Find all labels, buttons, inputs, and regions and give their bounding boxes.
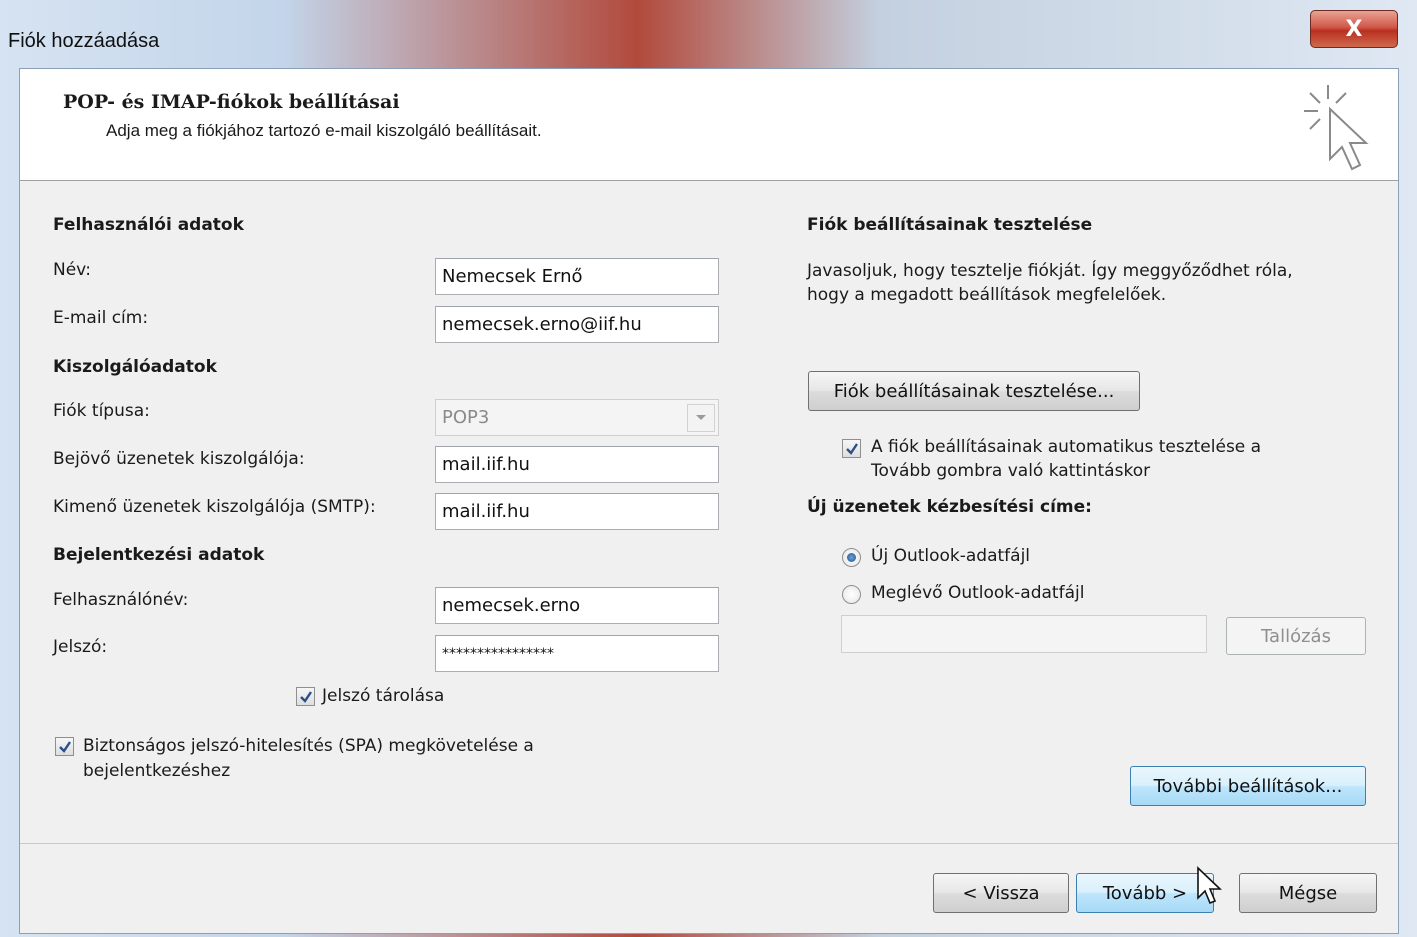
checkmark-icon: [845, 442, 858, 455]
auto-test-label-line2: Tovább gombra való kattintáskor: [871, 461, 1151, 481]
cursor-sparkle-icon: [1304, 85, 1369, 171]
radio-selected-dot: [847, 553, 856, 562]
incoming-server-label: Bejövő üzenetek kiszolgálója:: [53, 449, 305, 469]
password-input[interactable]: ****************: [435, 635, 719, 672]
name-input[interactable]: Nemecsek Ernő: [435, 258, 719, 295]
footer-divider: [20, 843, 1398, 844]
delivery-heading: Új üzenetek kézbesítési címe:: [807, 497, 1092, 517]
existing-data-file-path-input[interactable]: [841, 615, 1207, 653]
incoming-server-value: mail.iif.hu: [442, 454, 530, 475]
account-type-label: Fiók típusa:: [53, 401, 150, 421]
close-icon: X: [1345, 16, 1363, 42]
title-bar[interactable]: Fiók hozzáadása X: [0, 0, 1417, 68]
password-label: Jelszó:: [53, 637, 108, 657]
outgoing-server-value: mail.iif.hu: [442, 501, 530, 522]
name-label: Név:: [53, 260, 92, 280]
auto-test-label-line1: A fiók beállításainak automatikus teszte…: [871, 437, 1262, 457]
new-data-file-radio[interactable]: [842, 548, 861, 567]
back-button[interactable]: < Vissza: [933, 873, 1069, 913]
test-description-line2: hogy a megadott beállítások megfelelőek.: [807, 285, 1167, 305]
header-title: POP- és IMAP-fiókok beállításai: [63, 91, 400, 113]
username-value: nemecsek.erno: [442, 595, 581, 616]
close-button[interactable]: X: [1310, 10, 1398, 48]
test-settings-heading: Fiók beállításainak tesztelése: [807, 215, 1093, 235]
outgoing-server-label: Kimenő üzenetek kiszolgálója (SMTP):: [53, 497, 376, 517]
existing-data-file-label: Meglévő Outlook-adatfájl: [871, 583, 1085, 603]
email-label: E-mail cím:: [53, 308, 149, 328]
remember-password-checkbox[interactable]: [296, 687, 315, 706]
header-subtitle: Adja meg a fiókjához tartozó e-mail kisz…: [106, 121, 542, 140]
chevron-down-icon: [687, 404, 715, 432]
checkmark-icon: [58, 740, 71, 753]
username-label: Felhasználónév:: [53, 590, 189, 610]
server-info-heading: Kiszolgálóadatok: [53, 357, 217, 377]
password-value: ****************: [442, 645, 554, 662]
username-input[interactable]: nemecsek.erno: [435, 587, 719, 624]
new-data-file-label: Új Outlook-adatfájl: [871, 546, 1031, 566]
cancel-button[interactable]: Mégse: [1239, 873, 1377, 913]
dialog-header: POP- és IMAP-fiókok beállításai Adja meg…: [20, 69, 1398, 181]
account-type-value: POP3: [442, 407, 490, 428]
email-value: nemecsek.erno@iif.hu: [442, 314, 642, 335]
outgoing-server-input[interactable]: mail.iif.hu: [435, 493, 719, 530]
test-description-line1: Javasoljuk, hogy tesztelje fiókját. Így …: [807, 261, 1293, 281]
existing-data-file-radio[interactable]: [842, 585, 861, 604]
name-value: Nemecsek Ernő: [442, 266, 583, 287]
incoming-server-input[interactable]: mail.iif.hu: [435, 446, 719, 483]
email-input[interactable]: nemecsek.erno@iif.hu: [435, 306, 719, 343]
account-type-select[interactable]: POP3: [435, 399, 719, 436]
spa-label-line2: bejelentkezéshez: [83, 761, 231, 781]
spa-label-line1: Biztonságos jelszó-hitelesítés (SPA) meg…: [83, 736, 534, 756]
auto-test-checkbox[interactable]: [842, 439, 861, 458]
logon-info-heading: Bejelentkezési adatok: [53, 545, 265, 565]
more-settings-button[interactable]: További beállítások...: [1130, 766, 1366, 806]
spa-checkbox[interactable]: [55, 737, 74, 756]
mouse-pointer-icon: [1197, 866, 1222, 905]
remember-password-label: Jelszó tárolása: [322, 686, 445, 706]
dialog-client-area: POP- és IMAP-fiókok beállításai Adja meg…: [19, 68, 1399, 934]
browse-button[interactable]: Tallózás: [1226, 617, 1366, 655]
test-account-settings-button[interactable]: Fiók beállításainak tesztelése...: [808, 371, 1140, 411]
window-title: Fiók hozzáadása: [8, 30, 160, 52]
user-info-heading: Felhasználói adatok: [53, 215, 244, 235]
dialog-window: Fiók hozzáadása X POP- és IMAP-fiókok be…: [0, 0, 1417, 937]
checkmark-icon: [299, 690, 312, 703]
